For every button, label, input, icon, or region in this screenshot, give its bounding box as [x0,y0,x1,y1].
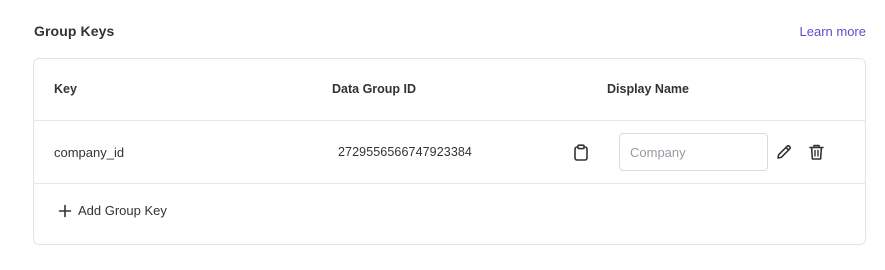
pencil-icon [777,144,792,159]
add-group-key-label: Add Group Key [78,203,167,218]
clipboard-icon [574,143,588,161]
plus-icon [58,204,72,217]
trash-icon [808,144,824,160]
delete-button[interactable] [805,141,827,163]
section-header: Group Keys Learn more [34,20,866,42]
group-keys-card: Key Data Group ID Display Name company_i… [33,58,866,245]
learn-more-link[interactable]: Learn more [800,24,866,39]
edit-button[interactable] [773,141,795,163]
copy-button[interactable] [570,141,592,163]
header-key: Key [54,82,77,96]
table-header: Key Data Group ID Display Name [34,59,865,121]
row-data-group-id: 2729556566747923384 [338,145,472,159]
section-title: Group Keys [34,23,115,39]
display-name-input[interactable] [619,133,768,171]
row-key: company_id [54,145,125,160]
add-group-key-button[interactable]: Add Group Key [58,203,167,218]
table-row: company_id 2729556566747923384 [34,121,865,184]
header-display-name: Display Name [607,82,689,96]
header-data-group-id: Data Group ID [332,82,417,96]
